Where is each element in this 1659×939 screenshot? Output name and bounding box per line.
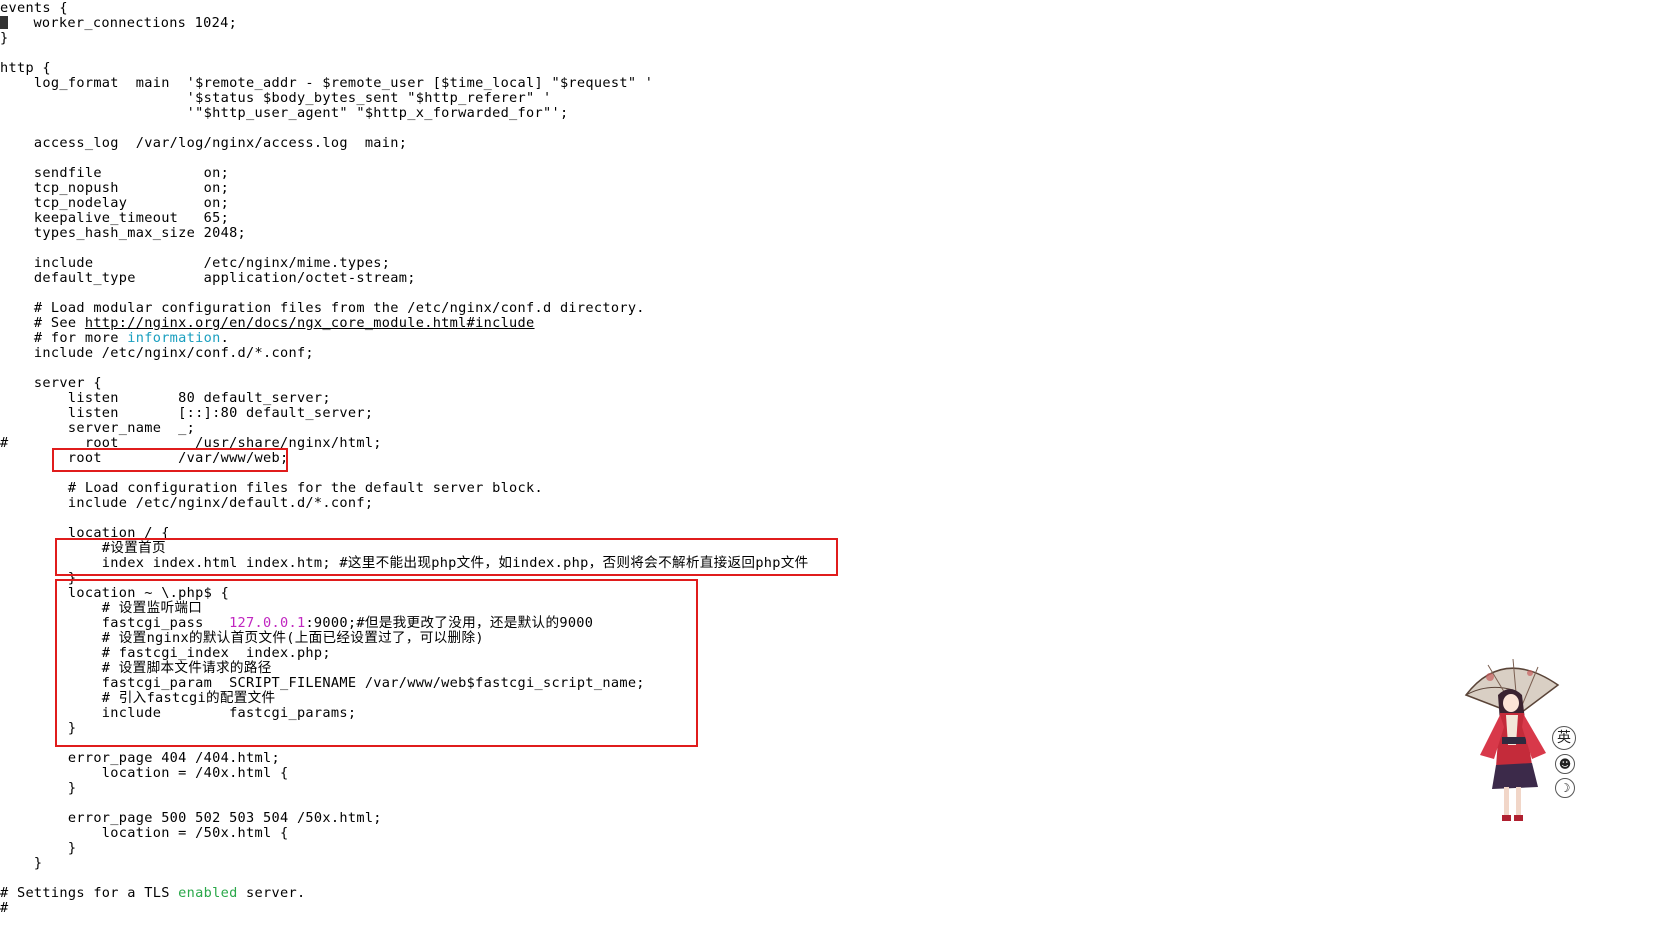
terminal-line: } (0, 781, 76, 796)
terminal-text-segment: access_log /var/log/nginx/access.log mai… (0, 135, 408, 151)
terminal-line: sendfile on; (0, 166, 229, 181)
terminal-line: worker_connections 1024; (0, 16, 237, 31)
terminal-line: # Load configuration files for the defau… (0, 481, 543, 496)
terminal-line: events { (0, 1, 68, 16)
terminal-line: types_hash_max_size 2048; (0, 226, 246, 241)
emoji-button[interactable]: ☻ (1555, 754, 1575, 774)
highlight-root-line (52, 448, 288, 472)
terminal-line: access_log /var/log/nginx/access.log mai… (0, 136, 407, 151)
terminal-line: tcp_nodelay on; (0, 196, 229, 211)
terminal-line: tcp_nopush on; (0, 181, 229, 196)
terminal-text-segment: keepalive_timeout 65; (0, 210, 230, 226)
terminal-line: # Load modular configuration files from … (0, 301, 645, 316)
terminal-text-segment: # for more (0, 330, 128, 346)
terminal-text-segment: tcp_nodelay on; (0, 195, 230, 211)
terminal-text-segment: '$status $body_bytes_sent "$http_referer… (0, 90, 552, 106)
terminal-line: # See http://nginx.org/en/docs/ngx_core_… (0, 316, 535, 331)
terminal-text-segment: '"$http_user_agent" "$http_x_forwarded_f… (0, 105, 569, 121)
terminal-line: log_format main '$remote_addr - $remote_… (0, 76, 653, 91)
terminal-text-segment: include /etc/nginx/default.d/*.conf; (0, 495, 374, 511)
terminal-line: error_page 500 502 503 504 /50x.html; (0, 811, 382, 826)
terminal-line: include /etc/nginx/mime.types; (0, 256, 390, 271)
highlight-php-location-block (55, 579, 698, 747)
terminal-text-segment: location = /40x.html { (0, 765, 289, 781)
terminal-text-segment: } (0, 30, 9, 46)
terminal-text-segment: default_type application/octet-stream; (0, 270, 416, 286)
terminal-line: location = /40x.html { (0, 766, 288, 781)
terminal-text-segment: } (0, 840, 77, 856)
terminal-text-segment: error_page 500 502 503 504 /50x.html; (0, 810, 382, 826)
terminal-line: keepalive_timeout 65; (0, 211, 229, 226)
terminal-line: include /etc/nginx/conf.d/*.conf; (0, 346, 314, 361)
terminal-text-segment: # Settings for a TLS (0, 885, 179, 901)
terminal-line: listen [::]:80 default_server; (0, 406, 373, 421)
terminal-text-segment: events { (0, 0, 68, 16)
terminal-text-segment: server { (0, 375, 102, 391)
terminal-text-segment: server_name _; (0, 420, 196, 436)
terminal-line: server_name _; (0, 421, 195, 436)
mascot-character-image[interactable] (1458, 655, 1568, 830)
terminal-line: listen 80 default_server; (0, 391, 331, 406)
terminal-line: # Settings for a TLS enabled server. (0, 886, 305, 901)
terminal-text-segment: # Load modular configuration files from … (0, 300, 645, 316)
terminal-text-segment: include /etc/nginx/mime.types; (0, 255, 391, 271)
terminal-text-segment: location = /50x.html { (0, 825, 289, 841)
moon-icon-button[interactable]: ☽ (1555, 778, 1575, 798)
terminal-text-segment: # See (0, 315, 85, 331)
terminal-text-segment: } (0, 855, 43, 871)
terminal-text-segment: tcp_nopush on; (0, 180, 230, 196)
terminal-line: '"$http_user_agent" "$http_x_forwarded_f… (0, 106, 568, 121)
terminal-line: } (0, 31, 8, 46)
terminal-line: default_type application/octet-stream; (0, 271, 416, 286)
terminal-line: server { (0, 376, 102, 391)
terminal-text-segment: server. (237, 885, 306, 901)
terminal-line: # (0, 901, 8, 916)
terminal-line: } (0, 841, 76, 856)
terminal-text-segment: log_format main '$remote_addr - $remote_… (0, 75, 654, 91)
terminal-text-segment: } (0, 780, 77, 796)
terminal-text-segment: include /etc/nginx/conf.d/*.conf; (0, 345, 314, 361)
terminal-text-segment: # Load configuration files for the defau… (0, 480, 543, 496)
input-method-button[interactable]: 英 (1552, 726, 1576, 750)
terminal-text-segment: . (220, 330, 230, 346)
terminal-text-segment: http { (0, 60, 51, 76)
terminal-text-segment: information (127, 330, 221, 346)
terminal-text-segment: enabled (178, 885, 238, 901)
terminal-window[interactable]: events { worker_connections 1024;} http {… (0, 0, 1659, 939)
terminal-text-segment: listen [::]:80 default_server; (0, 405, 374, 421)
terminal-line: error_page 404 /404.html; (0, 751, 280, 766)
terminal-text-segment: error_page 404 /404.html; (0, 750, 280, 766)
terminal-line: include /etc/nginx/default.d/*.conf; (0, 496, 373, 511)
terminal-line: http { (0, 61, 51, 76)
highlight-index-block (55, 538, 838, 576)
terminal-text-segment: sendfile on; (0, 165, 230, 181)
terminal-line: # for more information. (0, 331, 229, 346)
terminal-text-segment: types_hash_max_size 2048; (0, 225, 247, 241)
terminal-line: location = /50x.html { (0, 826, 288, 841)
terminal-line: } (0, 856, 42, 871)
terminal-text-segment: listen 80 default_server; (0, 390, 331, 406)
terminal-link[interactable]: http://nginx.org/en/docs/ngx_core_module… (85, 315, 535, 331)
terminal-text-segment: # (0, 900, 9, 916)
terminal-text-segment: worker_connections 1024; (8, 15, 238, 31)
terminal-line: '$status $body_bytes_sent "$http_referer… (0, 90, 552, 106)
text-cursor (0, 16, 8, 29)
